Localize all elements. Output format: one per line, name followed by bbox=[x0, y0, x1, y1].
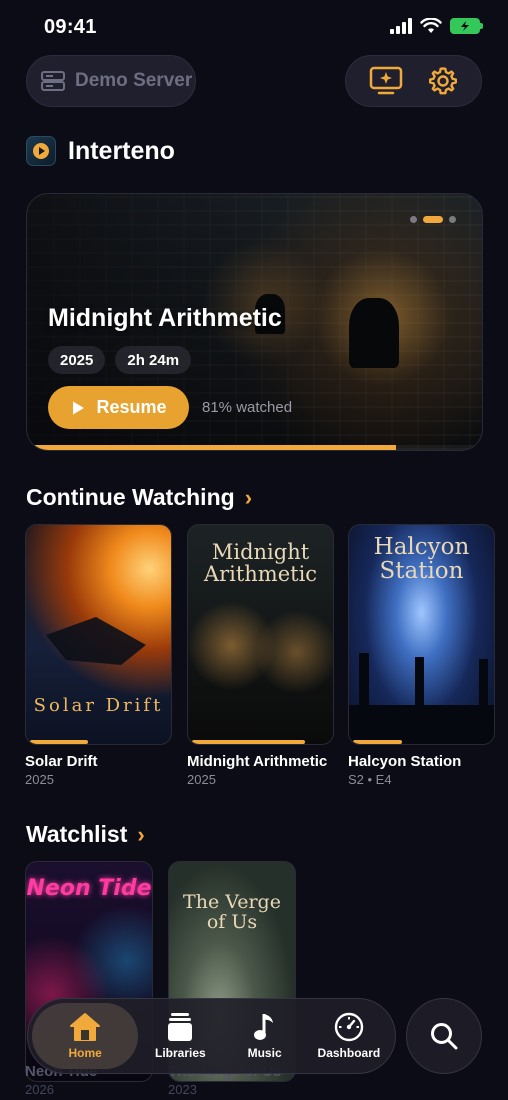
poster-card[interactable]: Solar Drift bbox=[25, 524, 172, 745]
poster-title-text: Neon Tide bbox=[26, 876, 152, 901]
item-subtitle: 2025 bbox=[25, 772, 54, 787]
gear-icon[interactable] bbox=[428, 66, 458, 96]
year-chip: 2025 bbox=[48, 346, 106, 374]
item-subtitle: S2 • E4 bbox=[348, 772, 392, 787]
continue-watching-header[interactable]: Continue Watching › bbox=[26, 484, 252, 511]
wifi-icon bbox=[420, 18, 442, 33]
poster-card[interactable]: Halcyon Station bbox=[348, 524, 495, 745]
status-time: 09:41 bbox=[44, 16, 97, 38]
app-title: Interteno bbox=[68, 136, 175, 165]
bottom-tab-bar: Home Libraries Music Dashboard bbox=[27, 998, 396, 1074]
search-button[interactable] bbox=[406, 998, 482, 1074]
tab-dashboard[interactable]: Dashboard bbox=[307, 1003, 391, 1069]
hero-progress-track bbox=[27, 445, 482, 450]
section-title: Continue Watching bbox=[26, 484, 235, 510]
server-icon bbox=[41, 71, 65, 91]
app-header: Interteno bbox=[26, 136, 175, 166]
item-title: Midnight Arithmetic bbox=[187, 753, 328, 770]
search-icon bbox=[431, 1023, 458, 1050]
poster-progress-bar bbox=[353, 740, 402, 744]
chevron-right-icon: › bbox=[137, 821, 145, 847]
resume-button[interactable]: Resume bbox=[48, 386, 189, 429]
watchlist-header[interactable]: Watchlist › bbox=[26, 821, 145, 848]
top-actions bbox=[345, 55, 482, 107]
libraries-icon bbox=[168, 1013, 193, 1041]
tab-home[interactable]: Home bbox=[32, 1003, 139, 1069]
featured-hero-card[interactable]: Midnight Arithmetic 2025 2h 24m Resume 8… bbox=[26, 193, 483, 451]
server-selector-button[interactable]: Demo Server bbox=[26, 55, 196, 107]
cellular-signal-icon bbox=[390, 18, 412, 34]
home-icon bbox=[70, 1013, 101, 1041]
music-note-icon bbox=[253, 1014, 273, 1040]
poster-title-text: Halcyon Station bbox=[373, 534, 470, 584]
poster-title-text: Midnight Arithmetic bbox=[203, 540, 318, 586]
resume-label: Resume bbox=[96, 397, 167, 417]
dashboard-gauge-icon bbox=[334, 1012, 364, 1042]
tab-label: Home bbox=[68, 1046, 102, 1060]
tab-label: Dashboard bbox=[317, 1046, 381, 1060]
status-icons bbox=[390, 18, 483, 34]
duration-chip: 2h 24m bbox=[115, 346, 192, 374]
poster-progress-bar bbox=[192, 740, 305, 744]
item-title: Halcyon Station bbox=[348, 753, 462, 770]
item-subtitle: 2026 bbox=[25, 1082, 54, 1097]
carousel-dot[interactable] bbox=[449, 216, 456, 223]
chevron-right-icon: › bbox=[244, 484, 253, 510]
tab-label: Libraries bbox=[155, 1046, 206, 1060]
item-subtitle: 2025 bbox=[187, 772, 216, 787]
play-icon bbox=[73, 401, 85, 414]
tab-music[interactable]: Music bbox=[223, 1003, 307, 1069]
tab-label: Music bbox=[247, 1046, 282, 1060]
carousel-dot-active[interactable] bbox=[423, 216, 443, 223]
watched-percentage: 81% watched bbox=[202, 399, 293, 416]
tab-libraries[interactable]: Libraries bbox=[138, 1003, 222, 1069]
section-title: Watchlist bbox=[26, 821, 128, 847]
hero-meta: 2025 2h 24m bbox=[48, 346, 192, 374]
poster-card[interactable]: Midnight Arithmetic bbox=[187, 524, 334, 745]
carousel-dots[interactable] bbox=[410, 216, 456, 223]
hero-progress-fill bbox=[27, 445, 396, 450]
hero-title: Midnight Arithmetic bbox=[48, 304, 282, 332]
app-logo-icon bbox=[26, 136, 56, 166]
status-bar: 09:41 bbox=[0, 0, 508, 54]
cast-tv-sparkle-icon[interactable] bbox=[369, 66, 403, 96]
item-title: Solar Drift bbox=[25, 753, 98, 770]
carousel-dot[interactable] bbox=[410, 216, 417, 223]
poster-title-text: Solar Drift bbox=[33, 695, 164, 716]
item-subtitle: 2023 bbox=[168, 1082, 197, 1097]
poster-progress-bar bbox=[30, 740, 89, 744]
battery-icon bbox=[450, 18, 483, 34]
server-label: Demo Server bbox=[75, 70, 193, 91]
poster-title-text: The Verge of Us bbox=[183, 891, 281, 933]
